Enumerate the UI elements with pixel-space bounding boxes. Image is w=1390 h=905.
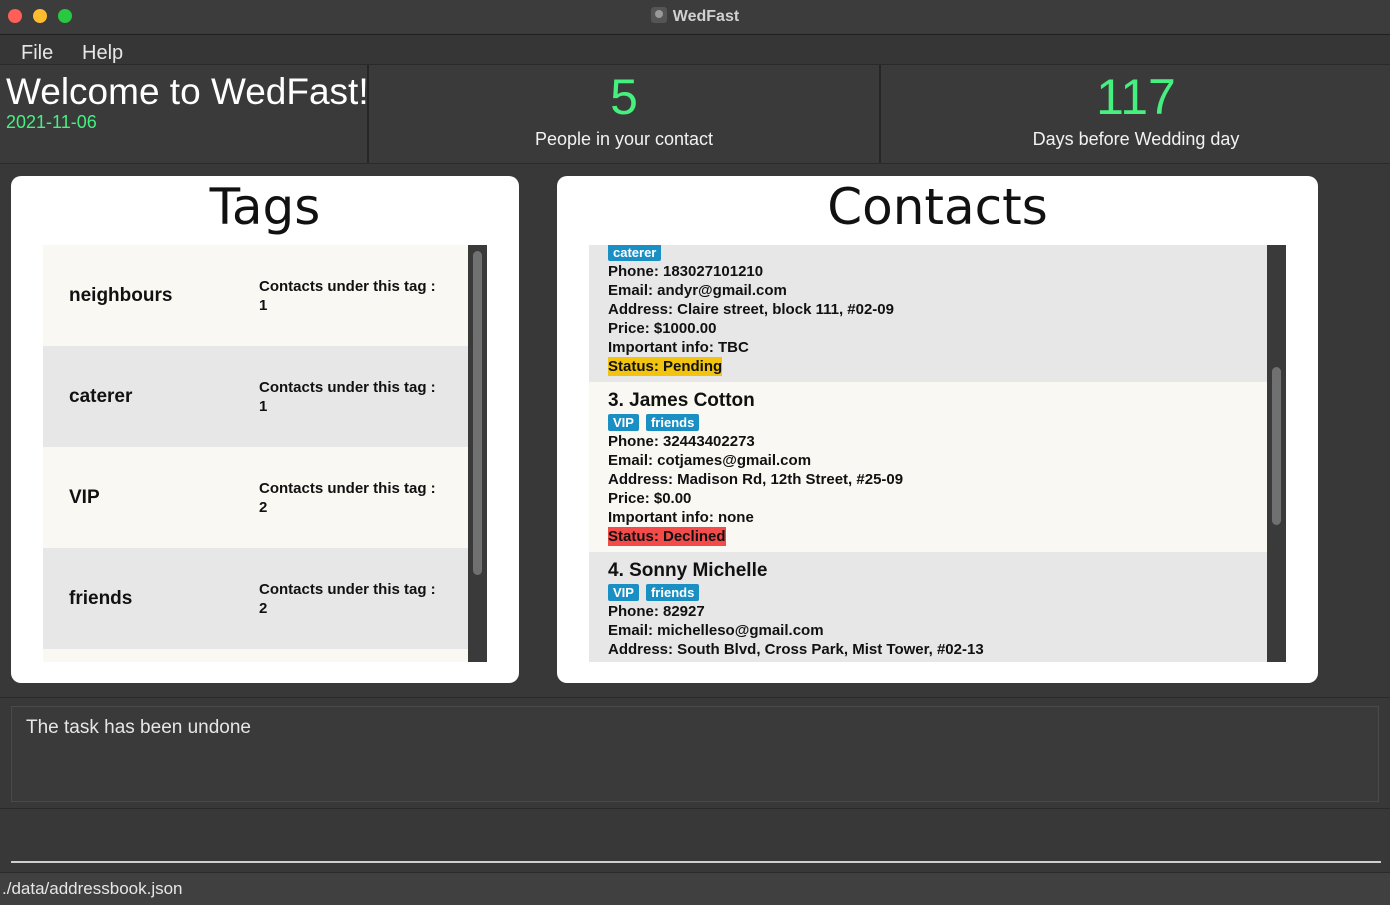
contact-card[interactable]: 4. Sonny Michelle VIP friends Phone: 8292… <box>589 552 1267 662</box>
tag-name: neighbours <box>69 285 173 306</box>
window-title: WedFast <box>0 7 1390 26</box>
current-date: 2021-11-06 <box>6 112 97 132</box>
app-icon <box>650 7 667 23</box>
tag-list-item[interactable] <box>43 649 468 662</box>
result-message: The task has been undone <box>26 717 252 738</box>
days-count: 117 <box>1096 69 1176 125</box>
contact-address: Address: Claire street, block 111, #02-0… <box>608 301 894 318</box>
tag-chip: caterer <box>608 245 662 261</box>
tag-chip: friends <box>645 584 700 601</box>
contact-price: Price: $0.00 <box>608 490 692 507</box>
command-input[interactable] <box>11 819 1381 863</box>
tag-list-item[interactable]: caterer Contacts under this tag :1 <box>43 346 468 447</box>
welcome-title: Welcome to WedFast! <box>6 71 369 112</box>
contact-email: Email: andyr@gmail.com <box>608 282 787 299</box>
contact-card[interactable]: 3. James Cotton VIP friends Phone: 324434… <box>589 382 1267 552</box>
tags-scrollbar-thumb[interactable] <box>473 251 482 575</box>
tags-panel-title: Tags <box>209 178 321 236</box>
menu-bar: File Help <box>0 35 1390 64</box>
tag-name: friends <box>69 588 133 609</box>
tag-contact-count: Contacts under this tag :2 <box>259 581 436 617</box>
contact-name: 4. Sonny Michelle <box>608 560 768 581</box>
contact-card[interactable]: caterer Phone: 183027101210 Email: andyr… <box>589 245 1267 382</box>
command-box-area <box>0 808 1390 873</box>
result-display-area: The task has been undone <box>0 697 1390 809</box>
contacts-count-stat: 5 People in your contact <box>369 65 879 163</box>
contact-address: Address: Madison Rd, 12th Street, #25-09 <box>608 471 904 488</box>
tag-contact-count: Contacts under this tag :1 <box>259 379 436 415</box>
contact-tags: caterer <box>608 245 668 261</box>
contact-tags: VIP friends <box>608 584 706 601</box>
tag-name: caterer <box>69 386 133 407</box>
result-display[interactable]: The task has been undone <box>11 706 1379 802</box>
contact-address: Address: South Blvd, Cross Park, Mist To… <box>608 641 984 658</box>
tag-list-item[interactable]: VIP Contacts under this tag :2 <box>43 447 468 548</box>
menu-help[interactable]: Help <box>82 42 123 65</box>
title-bar: WedFast <box>0 0 1390 35</box>
status-bar: ./data/addressbook.json <box>0 872 1390 905</box>
tags-scrollbar[interactable] <box>468 245 487 662</box>
contacts-count: 5 <box>610 69 638 125</box>
data-file-path: ./data/addressbook.json <box>2 879 183 898</box>
tag-contact-count: Contacts under this tag :1 <box>259 278 436 314</box>
tag-list-item[interactable]: friends Contacts under this tag :2 <box>43 548 468 649</box>
tag-list[interactable]: neighbours Contacts under this tag :1 ca… <box>43 245 468 662</box>
contacts-scrollbar[interactable] <box>1267 245 1286 662</box>
contacts-panel-title: Contacts <box>827 178 1048 236</box>
contact-tags: VIP friends <box>608 414 706 431</box>
header-stats: Welcome to WedFast! 2021-11-06 5 People … <box>0 64 1390 164</box>
tag-contact-count: Contacts under this tag :2 <box>259 480 436 516</box>
contact-status: Status: Pending <box>608 357 723 376</box>
tags-panel: Tags neighbours Contacts under this tag … <box>11 176 519 683</box>
contact-name: 3. James Cotton <box>608 390 755 411</box>
contact-email: Email: cotjames@gmail.com <box>608 452 812 469</box>
contact-phone: Phone: 32443402273 <box>608 433 755 450</box>
contacts-count-label: People in your contact <box>534 129 714 149</box>
contacts-panel: Contacts caterer Phone: 183027101210 Ema… <box>557 176 1318 683</box>
contact-status: Status: Declined <box>608 527 726 546</box>
tag-chip: VIP <box>608 414 639 431</box>
contact-email: Email: michelleso@gmail.com <box>608 622 824 639</box>
days-count-label: Days before Wedding day <box>1032 129 1240 149</box>
contact-price: Price: $1000.00 <box>608 320 717 337</box>
tag-chip: VIP <box>608 584 639 601</box>
tag-chip: friends <box>645 414 700 431</box>
contact-important-info: Important info: TBC <box>608 339 749 356</box>
contact-list[interactable]: caterer Phone: 183027101210 Email: andyr… <box>589 245 1267 662</box>
days-count-stat: 117 Days before Wedding day <box>881 65 1390 163</box>
contact-phone: Phone: 82927 <box>608 603 705 620</box>
contacts-scrollbar-thumb[interactable] <box>1272 367 1281 525</box>
menu-file[interactable]: File <box>21 42 53 65</box>
contact-important-info: Important info: none <box>608 509 754 526</box>
contact-phone: Phone: 183027101210 <box>608 263 764 280</box>
tag-name: VIP <box>69 487 100 508</box>
window-title-text: WedFast <box>672 8 740 25</box>
tag-list-item[interactable]: neighbours Contacts under this tag :1 <box>43 245 468 346</box>
